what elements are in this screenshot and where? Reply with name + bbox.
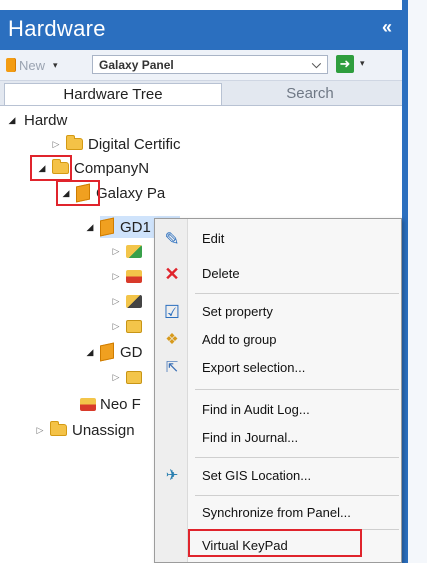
menu-item-edit[interactable]: ✎ Edit <box>155 226 401 252</box>
menu-item-label: Find in Audit Log... <box>202 402 310 417</box>
context-menu: ✎ Edit ✕ Delete ☑ Set property ❖ Add to … <box>154 218 402 563</box>
panel-device-icon <box>100 217 114 237</box>
group-icon: ❖ <box>165 331 179 348</box>
chevron-down-icon: ⌵ <box>311 57 321 71</box>
device-icon <box>126 244 142 258</box>
menu-item-set-property[interactable]: ☑ Set property <box>155 299 401 325</box>
go-dropdown-arrow-icon[interactable]: ▾ <box>360 58 365 69</box>
menu-item-label: Set property <box>202 304 273 319</box>
panel-titlebar: Hardware « <box>0 10 402 50</box>
new-item-icon <box>6 58 15 72</box>
panel-type-select[interactable]: Galaxy Panel ⌵ <box>92 55 328 74</box>
tree-node-gd1[interactable]: ◢ GD1 <box>84 217 151 237</box>
tree-node-label: Unassign <box>72 421 135 439</box>
device-icon <box>80 397 96 411</box>
tree-node-label: Digital Certific <box>88 135 181 153</box>
tree-node-child[interactable]: ▷ <box>110 291 146 311</box>
new-dropdown-arrow-icon[interactable]: ▾ <box>53 60 58 71</box>
menu-item-label: Delete <box>202 266 240 281</box>
tree-node-label: CompanyN <box>74 159 150 177</box>
folder-icon <box>50 421 67 436</box>
collapse-panel-icon[interactable]: « <box>382 17 392 38</box>
go-button[interactable]: ➜ <box>336 55 354 73</box>
menu-separator <box>195 293 399 294</box>
menu-item-synchronize[interactable]: Synchronize from Panel... <box>155 500 401 526</box>
highlight-box-company <box>30 155 72 181</box>
new-button[interactable]: New ▾ <box>6 56 58 74</box>
device-icon <box>126 370 142 384</box>
menu-item-set-gis[interactable]: ✈ Set GIS Location... <box>155 463 401 489</box>
panel-tabs: Hardware Tree Search <box>0 81 402 106</box>
tree-node-neo[interactable]: Neo F <box>68 394 141 414</box>
tab-hardware-tree[interactable]: Hardware Tree <box>4 83 222 105</box>
menu-item-find-audit[interactable]: Find in Audit Log... <box>155 397 401 423</box>
panel-device-icon <box>100 342 114 362</box>
collapse-toggle-icon[interactable]: ▷ <box>34 425 46 436</box>
tree-node-label: Hardw <box>24 111 68 129</box>
device-icon <box>126 319 142 333</box>
menu-item-label: Synchronize from Panel... <box>202 505 351 520</box>
satellite-icon: ✈ <box>165 467 179 484</box>
device-icon <box>126 294 142 308</box>
menu-separator <box>195 495 399 496</box>
tree-node-root[interactable]: ◢ Hardw <box>6 110 68 130</box>
tree-node-label: GD1 <box>120 218 151 236</box>
tree-node-child[interactable]: ▷ <box>110 241 146 261</box>
highlight-box-galaxy-panel <box>56 180 100 206</box>
collapse-toggle-icon[interactable]: ▷ <box>110 372 122 383</box>
hardware-panel: Hardware « New ▾ Galaxy Panel ⌵ ➜ ▾ Hard… <box>0 0 402 563</box>
tree-node-child[interactable]: ▷ <box>110 367 146 387</box>
panel-title: Hardware <box>8 16 106 41</box>
expand-toggle-icon[interactable]: ◢ <box>6 115 18 126</box>
highlight-box-virtual-keypad <box>188 529 362 557</box>
menu-item-delete[interactable]: ✕ Delete <box>155 261 401 287</box>
menu-item-export-selection[interactable]: ⇱ Export selection... <box>155 355 401 381</box>
delete-x-icon: ✕ <box>164 264 180 284</box>
device-icon <box>126 269 142 283</box>
tree-node-gd2[interactable]: ◢ GD <box>84 342 143 362</box>
tree-node-child[interactable]: ▷ <box>110 266 146 286</box>
expand-toggle-icon[interactable]: ◢ <box>84 222 96 233</box>
tree-node-digital-certificates[interactable]: ▷ Digital Certific <box>50 134 181 154</box>
menu-item-label: Edit <box>202 231 225 246</box>
menu-item-label: Export selection... <box>202 360 306 375</box>
collapse-toggle-icon[interactable]: ▷ <box>110 271 122 282</box>
tree-node-label: GD <box>120 343 143 361</box>
tree-node-unassigned[interactable]: ▷ Unassign <box>34 420 135 440</box>
menu-separator <box>195 457 399 458</box>
checkbox-checked-icon: ☑ <box>163 302 181 322</box>
menu-item-find-journal[interactable]: Find in Journal... <box>155 425 401 451</box>
menu-item-label: Find in Journal... <box>202 430 299 445</box>
page: Hardware « New ▾ Galaxy Panel ⌵ ➜ ▾ Hard… <box>0 0 427 563</box>
menu-item-label: Set GIS Location... <box>202 468 312 483</box>
main-window-edge <box>402 0 427 563</box>
export-icon: ⇱ <box>165 359 179 376</box>
expand-toggle-icon[interactable]: ◢ <box>84 347 96 358</box>
collapse-toggle-icon[interactable]: ▷ <box>110 296 122 307</box>
tree-node-label: Galaxy Pa <box>96 184 166 202</box>
menu-separator <box>195 389 399 390</box>
menu-item-label: Add to group <box>202 332 277 347</box>
tab-search[interactable]: Search <box>224 83 396 105</box>
folder-icon <box>66 135 83 150</box>
collapse-toggle-icon[interactable]: ▷ <box>110 321 122 332</box>
menu-item-add-to-group[interactable]: ❖ Add to group <box>155 327 401 353</box>
tree-node-label: Neo F <box>100 395 141 413</box>
tree-node-child[interactable]: ▷ <box>110 316 146 336</box>
collapse-toggle-icon[interactable]: ▷ <box>50 139 62 150</box>
collapse-toggle-icon[interactable]: ▷ <box>110 246 122 257</box>
panel-type-value: Galaxy Panel <box>99 58 174 72</box>
new-button-label: New <box>19 57 46 73</box>
pencil-icon: ✎ <box>164 229 180 249</box>
toolbar: New ▾ Galaxy Panel ⌵ ➜ ▾ <box>0 50 402 81</box>
